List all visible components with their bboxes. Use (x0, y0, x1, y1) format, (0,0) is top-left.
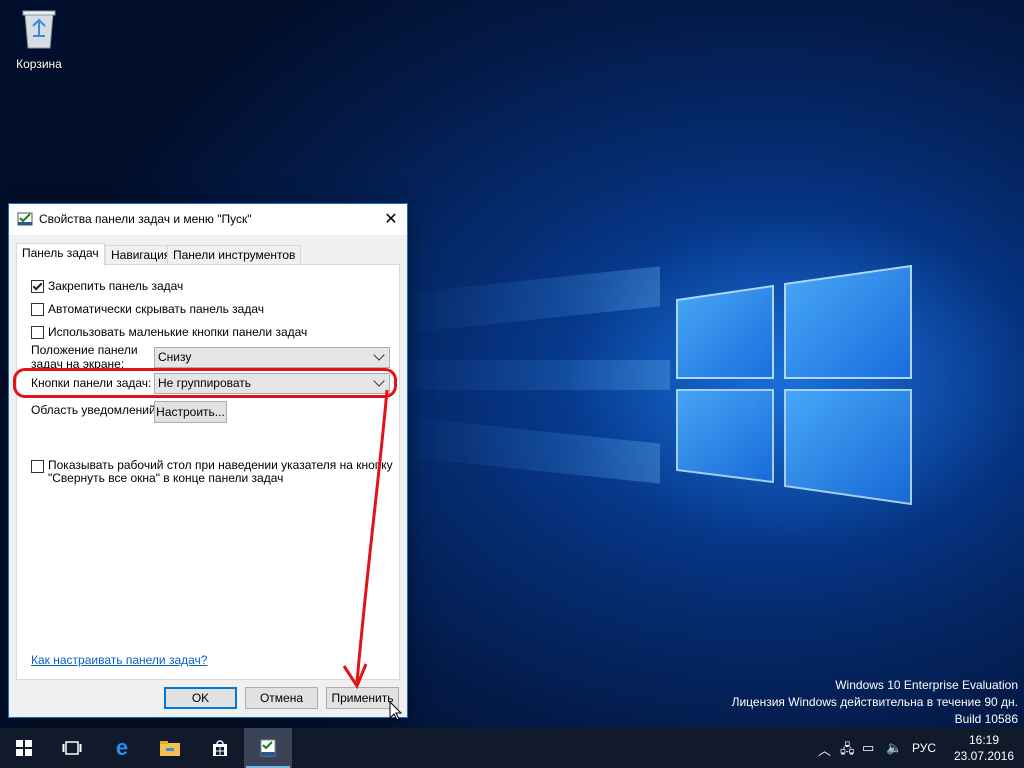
start-button[interactable] (0, 728, 48, 768)
light-beam (400, 266, 660, 334)
action-center-icon[interactable]: ▭ (862, 740, 874, 756)
tab-navigation[interactable]: Навигация (105, 245, 177, 265)
apply-button[interactable]: Применить (326, 687, 399, 709)
tab-panel: Закрепить панель задач Автоматически скр… (16, 264, 400, 680)
tab-toolbars[interactable]: Панели инструментов (167, 245, 302, 265)
watermark-build: Build 10586 (954, 712, 1018, 726)
dialog-titlebar[interactable]: Свойства панели задач и меню "Пуск" ✕ (9, 204, 407, 235)
clock-time: 16:19 (968, 733, 1000, 747)
watermark-license: Лицензия Windows действительна в течение… (731, 695, 1018, 709)
taskbar: e ︿ 🖧 ▭ 🔈 РУС 16:19 23.07.2016 (0, 728, 1024, 768)
taskbar-properties-dialog: Свойства панели задач и меню "Пуск" ✕ Па… (8, 203, 408, 718)
notification-area-label: Область уведомлений: (31, 403, 160, 417)
task-view-icon (62, 741, 82, 755)
chevron-down-icon (373, 349, 385, 361)
checkbox-box[interactable] (31, 280, 44, 293)
position-label-line1: Положение панели (31, 343, 138, 357)
dialog-title: Свойства панели задач и меню "Пуск" (39, 212, 252, 226)
clock-date: 23.07.2016 (953, 749, 1015, 763)
recycle-bin-label: Корзина (16, 57, 62, 71)
language-indicator[interactable]: РУС (912, 741, 936, 755)
clock[interactable]: 16:19 23.07.2016 (950, 732, 1018, 764)
customize-notifications-button[interactable]: Настроить... (154, 401, 227, 423)
recycle-bin[interactable]: Корзина (10, 6, 68, 71)
file-explorer-icon (160, 741, 180, 756)
volume-icon[interactable]: 🔈 (886, 740, 902, 756)
show-hidden-icons-chevron-up-icon[interactable]: ︿ (818, 740, 831, 759)
store-button[interactable] (196, 728, 244, 768)
edge-icon: e (115, 735, 129, 760)
light-beam (400, 416, 660, 484)
watermark-edition: Windows 10 Enterprise Evaluation (835, 678, 1018, 692)
help-link[interactable]: Как настраивать панели задач? (31, 653, 207, 667)
start-icon (16, 740, 32, 756)
windows-logo (676, 264, 912, 506)
auto-hide-label: Автоматически скрывать панель задач (48, 302, 265, 316)
peek-label-line2: "Свернуть все окна" в конце панели задач (48, 471, 284, 485)
task-view-button[interactable] (48, 728, 96, 768)
position-select[interactable]: Снизу (154, 347, 390, 368)
edge-button[interactable]: e (98, 728, 146, 768)
tab-taskbar[interactable]: Панель задач (16, 243, 105, 266)
position-value: Снизу (158, 350, 192, 364)
close-icon[interactable]: ✕ (375, 204, 407, 235)
evaluation-watermark: Windows 10 Enterprise Evaluation Лицензи… (732, 677, 1018, 728)
store-icon (213, 740, 227, 756)
checkbox-box[interactable] (31, 303, 44, 316)
checkbox-box[interactable] (31, 326, 44, 339)
network-icon[interactable]: 🖧 (840, 740, 855, 762)
file-explorer-button[interactable] (146, 728, 194, 768)
taskbar-properties-icon (260, 739, 276, 757)
ok-button[interactable]: OK (164, 687, 237, 709)
peek-desktop-label: Показывать рабочий стол при наведении ук… (48, 459, 393, 485)
position-label: Положение панели задач на экране: (31, 343, 138, 371)
light-beam (380, 360, 670, 390)
annotation-highlight (13, 368, 397, 398)
taskbar-properties-taskbar-button[interactable] (244, 728, 292, 768)
cancel-button[interactable]: Отмена (245, 687, 318, 709)
checkbox-box[interactable] (31, 460, 44, 473)
recycle-bin-icon (22, 10, 56, 49)
taskbar-properties-icon (17, 212, 33, 226)
small-buttons-label: Использовать маленькие кнопки панели зад… (48, 325, 308, 339)
lock-taskbar-label: Закрепить панель задач (48, 279, 184, 293)
